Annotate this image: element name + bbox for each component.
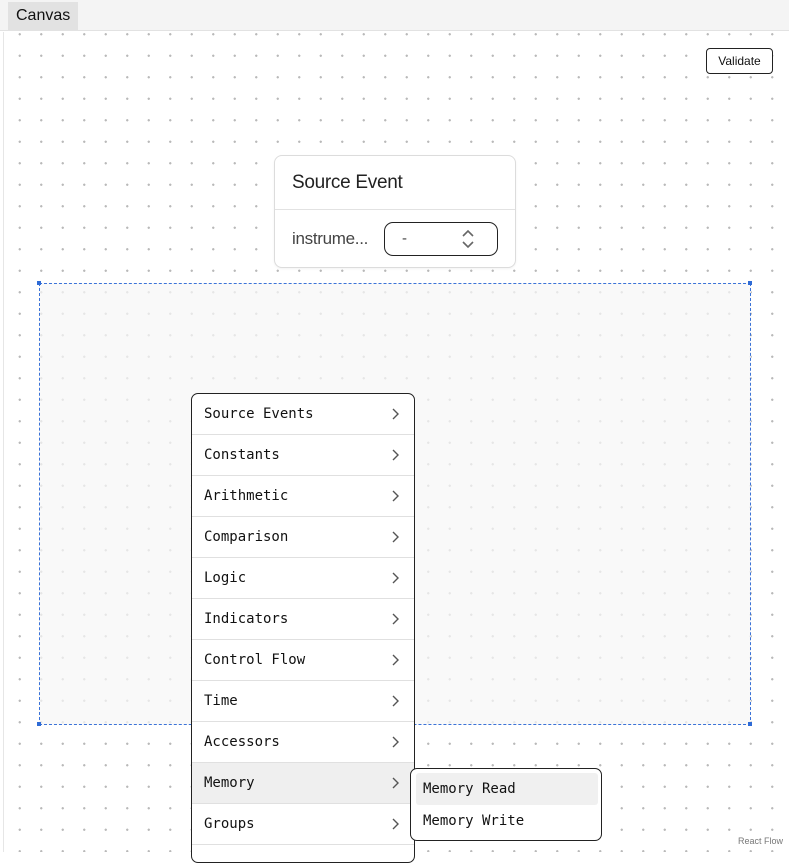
menu-item-label: Groups xyxy=(204,816,255,832)
submenu-item-label: Memory Write xyxy=(423,813,525,829)
react-flow-attribution[interactable]: React Flow xyxy=(735,835,785,847)
menu-item-label: Constants xyxy=(204,447,280,463)
menu-item-constants[interactable]: Constants xyxy=(192,435,414,476)
instrument-select[interactable]: - xyxy=(384,222,498,256)
menu-item-indicators[interactable]: Indicators xyxy=(192,599,414,640)
instrument-select-value: - xyxy=(402,230,407,247)
context-menu: Source Events Constants Arithmetic Compa… xyxy=(191,393,415,863)
resize-handle-bottom-left[interactable] xyxy=(37,722,41,726)
instrument-label: instrume... xyxy=(292,229,369,248)
menu-item-label: Time xyxy=(204,693,238,709)
submenu-item-memory-write[interactable]: Memory Write xyxy=(416,805,598,837)
resize-handle-top-left[interactable] xyxy=(37,281,41,285)
chevron-right-icon xyxy=(392,449,399,461)
menu-item-label: Arithmetic xyxy=(204,488,289,504)
validate-button[interactable]: Validate xyxy=(706,48,773,74)
menu-item-control-flow[interactable]: Control Flow xyxy=(192,640,414,681)
menu-item-memory[interactable]: Memory xyxy=(192,763,414,804)
resize-handle-top-right[interactable] xyxy=(748,281,752,285)
menu-item-label: Comparison xyxy=(204,529,289,545)
submenu-item-label: Memory Read xyxy=(423,781,516,797)
chevron-right-icon xyxy=(392,613,399,625)
menu-item-label: Indicators xyxy=(204,611,289,627)
chevron-right-icon xyxy=(392,654,399,666)
chevron-right-icon xyxy=(392,736,399,748)
chevron-right-icon xyxy=(392,777,399,789)
chevron-right-icon xyxy=(392,490,399,502)
menu-item-label: Source Events xyxy=(204,406,314,422)
menu-item-label: Accessors xyxy=(204,734,280,750)
chevron-right-icon xyxy=(392,818,399,830)
chevron-right-icon xyxy=(392,408,399,420)
chevron-right-icon xyxy=(392,695,399,707)
menu-item-label: Logic xyxy=(204,570,247,586)
memory-submenu: Memory Read Memory Write xyxy=(410,768,602,841)
tab-bar: Canvas xyxy=(0,0,789,31)
resize-handle-bottom-right[interactable] xyxy=(748,722,752,726)
node-title: Source Event xyxy=(275,156,515,210)
menu-item-label: Memory xyxy=(204,775,255,791)
menu-item-logic[interactable]: Logic xyxy=(192,558,414,599)
menu-item-source-events[interactable]: Source Events xyxy=(192,394,414,435)
menu-item-time[interactable]: Time xyxy=(192,681,414,722)
updown-chevron-icon xyxy=(462,229,474,249)
source-event-node[interactable]: Source Event instrume... - xyxy=(274,155,516,268)
menu-item-accessors[interactable]: Accessors xyxy=(192,722,414,763)
menu-item-label: Control Flow xyxy=(204,652,306,668)
chevron-right-icon xyxy=(392,572,399,584)
menu-item-comparison[interactable]: Comparison xyxy=(192,517,414,558)
menu-item-arithmetic[interactable]: Arithmetic xyxy=(192,476,414,517)
chevron-right-icon xyxy=(392,531,399,543)
node-field-row: instrume... - xyxy=(275,210,515,268)
tab-canvas[interactable]: Canvas xyxy=(8,2,79,30)
submenu-item-memory-read[interactable]: Memory Read xyxy=(416,773,598,805)
menu-item-groups[interactable]: Groups xyxy=(192,804,414,845)
